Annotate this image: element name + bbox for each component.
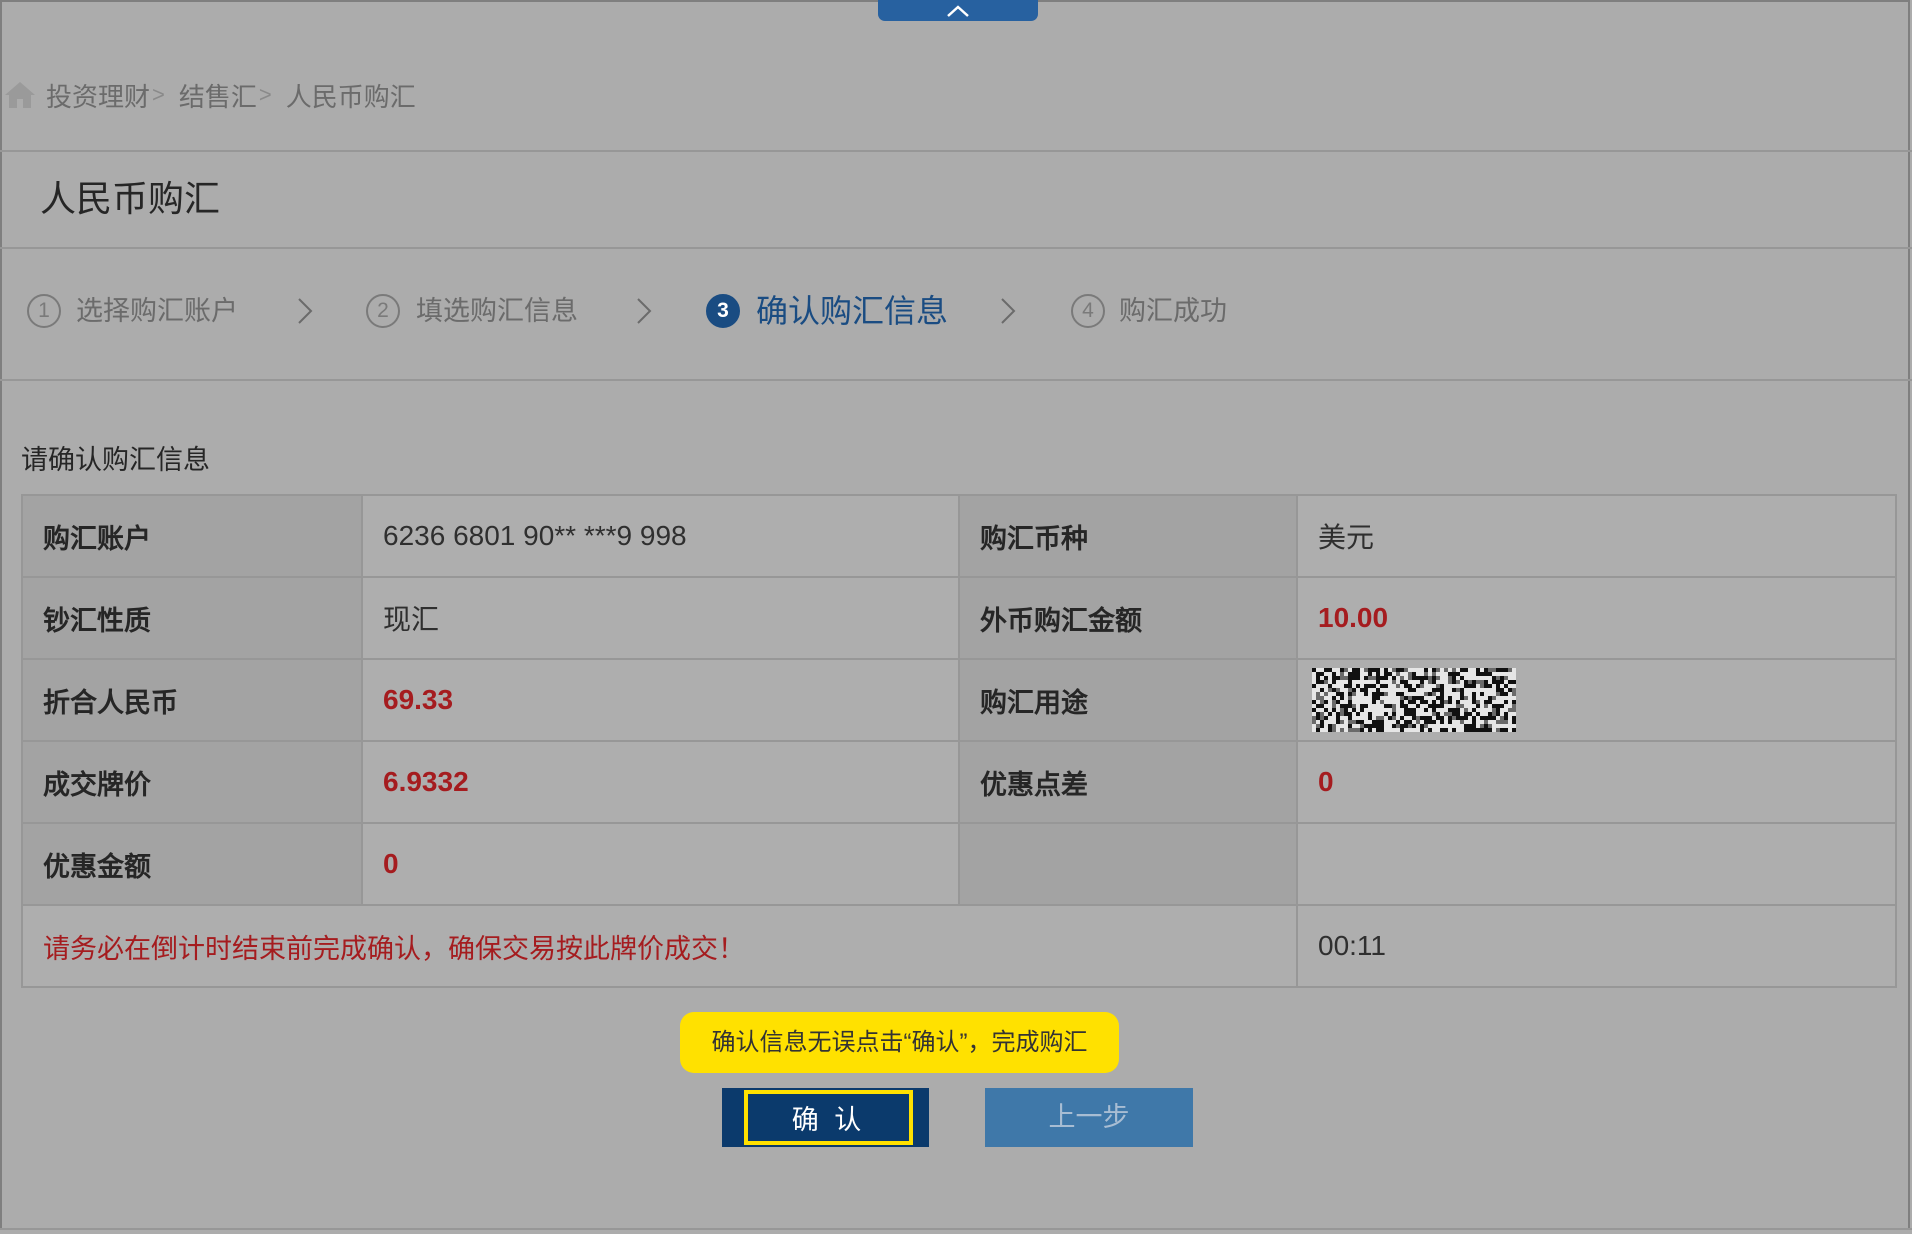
breadcrumb: 投资理财 > 结售汇 > 人民币购汇 xyxy=(4,78,416,112)
section-title: 请确认购汇信息 xyxy=(21,445,210,475)
obscured-purpose-image xyxy=(1312,668,1516,732)
table-row: 钞汇性质 现汇 外币购汇金额 10.00 xyxy=(21,576,1897,660)
empty-label-cell xyxy=(958,822,1298,906)
confirm-table: 购汇账户 6236 6801 90** ***9 998 购汇币种 美元 钞汇性… xyxy=(21,494,1897,988)
back-button[interactable]: 上一步 xyxy=(985,1088,1193,1147)
table-row: 购汇账户 6236 6801 90** ***9 998 购汇币种 美元 xyxy=(21,494,1897,578)
label-deal-rate: 成交牌价 xyxy=(21,740,363,824)
step-2-number: 2 xyxy=(366,294,400,328)
label-foreign-amount: 外币购汇金额 xyxy=(958,576,1298,660)
breadcrumb-item-investment[interactable]: 投资理财 xyxy=(46,77,150,114)
breadcrumb-item-fx[interactable]: 结售汇 xyxy=(179,77,257,114)
chevron-right-icon xyxy=(298,298,313,324)
chevron-up-icon xyxy=(947,4,969,17)
label-rmb-equivalent: 折合人民币 xyxy=(21,658,363,742)
countdown-timer: 00:11 xyxy=(1296,904,1897,988)
page-title: 人民币购汇 xyxy=(40,178,221,219)
confirm-button[interactable]: 确 认 xyxy=(722,1088,929,1147)
confirm-button-label: 确 认 xyxy=(744,1090,913,1145)
divider xyxy=(0,150,1912,152)
divider xyxy=(0,379,1912,381)
divider xyxy=(0,1228,1912,1230)
breadcrumb-item-rmb-purchase: 人民币购汇 xyxy=(285,81,416,112)
chevron-right-icon xyxy=(637,298,652,324)
value-foreign-amount: 10.00 xyxy=(1296,576,1897,660)
breadcrumb-separator: > xyxy=(152,82,165,107)
guide-tooltip: 确认信息无误点击“确认”，完成购汇 xyxy=(680,1012,1119,1073)
label-discount-spread: 优惠点差 xyxy=(958,740,1298,824)
home-icon[interactable] xyxy=(4,80,36,110)
table-row: 优惠金额 0 xyxy=(21,822,1897,906)
step-2-label: 填选购汇信息 xyxy=(416,296,578,326)
step-3-number: 3 xyxy=(706,294,740,328)
step-4-label: 购汇成功 xyxy=(1119,296,1227,326)
table-row: 成交牌价 6.9332 优惠点差 0 xyxy=(21,740,1897,824)
countdown-warning: 请务必在倒计时结束前完成确认，确保交易按此牌价成交！ xyxy=(21,904,1298,988)
table-row: 折合人民币 69.33 购汇用途 xyxy=(21,658,1897,742)
value-deal-rate: 6.9332 xyxy=(361,740,960,824)
label-cash-remit-type: 钞汇性质 xyxy=(21,576,363,660)
collapse-tab[interactable] xyxy=(878,0,1038,21)
page: 投资理财 > 结售汇 > 人民币购汇 人民币购汇 1 选择购汇账户 2 填选购汇… xyxy=(0,0,1912,1234)
chevron-right-icon xyxy=(1001,298,1016,324)
step-1-label: 选择购汇账户 xyxy=(76,296,238,326)
step-1-number: 1 xyxy=(27,294,61,328)
value-discount-amount: 0 xyxy=(361,822,960,906)
value-cash-remit-type: 现汇 xyxy=(361,576,960,660)
table-row: 请务必在倒计时结束前完成确认，确保交易按此牌价成交！ 00:11 xyxy=(21,904,1897,988)
value-discount-spread: 0 xyxy=(1296,740,1897,824)
label-purchase-purpose: 购汇用途 xyxy=(958,658,1298,742)
value-purchase-purpose xyxy=(1296,658,1897,742)
value-purchase-currency: 美元 xyxy=(1296,494,1897,578)
empty-value-cell xyxy=(1296,822,1897,906)
label-purchase-account: 购汇账户 xyxy=(21,494,363,578)
label-purchase-currency: 购汇币种 xyxy=(958,494,1298,578)
step-3-label: 确认购汇信息 xyxy=(756,293,949,329)
value-rmb-equivalent: 69.33 xyxy=(361,658,960,742)
breadcrumb-separator: > xyxy=(258,82,272,107)
divider xyxy=(0,247,1912,249)
label-discount-amount: 优惠金额 xyxy=(21,822,363,906)
step-4-number: 4 xyxy=(1071,294,1105,328)
value-purchase-account: 6236 6801 90** ***9 998 xyxy=(361,494,960,578)
